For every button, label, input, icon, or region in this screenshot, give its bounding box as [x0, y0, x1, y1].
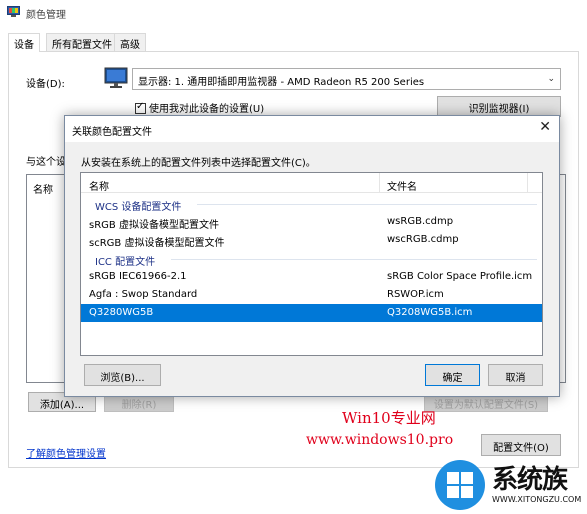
monitor-icon [104, 67, 128, 88]
group-header-icc: ICC 配置文件 [81, 250, 542, 268]
list-item[interactable]: sRGB IEC61966-2.1 sRGB Color Space Profi… [81, 268, 542, 286]
chevron-down-icon: ⌄ [547, 74, 555, 84]
checkbox-checked-icon[interactable] [135, 101, 146, 114]
window-title: 颜色管理 [26, 10, 66, 21]
profile-file: RSWOP.icm [387, 289, 444, 300]
profiles-name-column: 名称 [33, 185, 53, 196]
window-titlebar: 颜色管理 [0, 0, 587, 24]
profiles-button[interactable]: 配置文件(O) [481, 434, 561, 456]
group-header-wcs: WCS 设备配置文件 [81, 195, 542, 213]
windows-logo-icon [435, 460, 485, 510]
profile-name: Agfa : Swop Standard [89, 289, 198, 300]
column-divider[interactable] [379, 173, 380, 193]
profile-file: wsRGB.cdmp [387, 216, 454, 227]
dialog-title: 关联颜色配置文件 [72, 127, 152, 138]
watermark-line2: www.windows10.pro [306, 432, 454, 448]
tab-all-profiles[interactable]: 所有配置文件 [46, 33, 118, 51]
profile-name: sRGB IEC61966-2.1 [89, 271, 187, 282]
dialog-titlebar: 关联颜色配置文件 ✕ [65, 116, 559, 142]
tab-advanced[interactable]: 高级 [114, 33, 146, 51]
logo-text: 系统族 [492, 465, 568, 495]
column-header-name[interactable]: 名称 [89, 178, 109, 193]
browse-button[interactable]: 浏览(B)... [84, 364, 161, 386]
logo-url: WWW.XITONGZU.COM [492, 495, 582, 504]
watermark-line1: Win10专业网 [342, 409, 436, 427]
dialog-instruction: 从安装在系统上的配置文件列表中选择配置文件(C)。 [81, 158, 316, 169]
ok-button[interactable]: 确定 [425, 364, 480, 386]
list-item[interactable]: sRGB 虚拟设备模型配置文件 wsRGB.cdmp [81, 213, 542, 231]
profiles-label: 与这个设 [26, 157, 66, 168]
profile-name: Q3280WG5B [89, 307, 154, 318]
profile-file: wscRGB.cdmp [387, 234, 459, 245]
group-label: WCS 设备配置文件 [95, 202, 182, 213]
group-divider [171, 259, 537, 260]
group-divider [197, 204, 537, 205]
color-management-icon [7, 6, 20, 17]
identify-monitors-button[interactable]: 识别监视器(I) [437, 96, 561, 117]
profile-file: sRGB Color Space Profile.icm [387, 271, 533, 282]
list-item[interactable]: Agfa : Swop Standard RSWOP.icm [81, 286, 542, 304]
associate-profile-dialog: 关联颜色配置文件 ✕ 从安装在系统上的配置文件列表中选择配置文件(C)。 名称 … [64, 115, 560, 397]
use-my-settings-checkbox[interactable]: 使用我对此设备的设置(U) [135, 100, 264, 115]
close-icon[interactable]: ✕ [539, 119, 551, 135]
list-item[interactable]: scRGB 虚拟设备模型配置文件 wscRGB.cdmp [81, 231, 542, 249]
device-label: 设备(D): [26, 79, 65, 90]
device-select[interactable]: 显示器: 1. 通用即插即用监视器 - AMD Radeon R5 200 Se… [132, 68, 561, 90]
profile-list-header: 名称 文件名 [81, 173, 542, 193]
learn-color-management-link[interactable]: 了解颜色管理设置 [26, 445, 106, 460]
profile-file: Q3208WG5B.icm [387, 307, 473, 318]
profile-name: sRGB 虚拟设备模型配置文件 [89, 220, 219, 231]
group-label: ICC 配置文件 [95, 257, 156, 268]
cancel-button[interactable]: 取消 [488, 364, 543, 386]
column-divider[interactable] [527, 173, 528, 193]
site-logo: 系统族 WWW.XITONGZU.COM [434, 457, 584, 513]
use-my-settings-label: 使用我对此设备的设置(U) [149, 104, 265, 115]
profile-list[interactable]: 名称 文件名 WCS 设备配置文件 sRGB 虚拟设备模型配置文件 wsRGB.… [80, 172, 543, 356]
tab-devices[interactable]: 设备 [8, 33, 40, 52]
column-header-file[interactable]: 文件名 [387, 178, 417, 193]
list-item-selected[interactable]: Q3280WG5B Q3208WG5B.icm [81, 304, 542, 322]
device-select-value: 显示器: 1. 通用即插即用监视器 - AMD Radeon R5 200 Se… [138, 77, 425, 88]
profile-name: scRGB 虚拟设备模型配置文件 [89, 238, 225, 249]
